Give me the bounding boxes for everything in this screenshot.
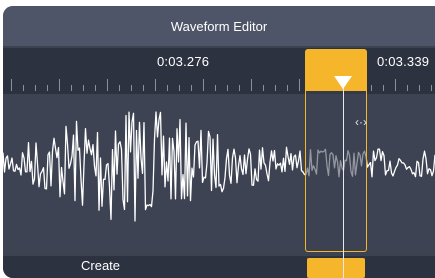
create-label[interactable]: Create (81, 258, 120, 273)
ruler-tick (251, 79, 252, 91)
ruler-tick (299, 79, 300, 91)
ruler-tick (167, 85, 168, 91)
waveform-editor-window: Waveform Editor 0:03.276 0:03.339 Create… (3, 6, 435, 278)
ruler-tick (419, 85, 420, 91)
ruler-tick (275, 85, 276, 91)
time-label-end: 0:03.339 (377, 54, 430, 69)
ruler-tick (203, 79, 204, 91)
ruler-tick (179, 85, 180, 91)
ruler-tick (239, 85, 240, 91)
selection-handle-bottom[interactable] (307, 258, 365, 278)
ruler-tick (23, 85, 24, 91)
ruler-tick (227, 85, 228, 91)
ruler-tick (95, 85, 96, 91)
ruler-tick (395, 79, 396, 91)
ruler-tick (383, 85, 384, 91)
ruler-tick (191, 85, 192, 91)
title-bar: Waveform Editor (3, 6, 435, 46)
ruler-tick (11, 79, 12, 91)
ruler-tick (119, 85, 120, 91)
ruler-tick (155, 79, 156, 91)
ruler-tick (287, 85, 288, 91)
time-label-start: 0:03.276 (157, 54, 210, 69)
playhead-line[interactable] (343, 86, 344, 278)
ruler-tick (263, 85, 264, 91)
window-title: Waveform Editor (170, 18, 268, 34)
audio-waveform (3, 111, 435, 222)
ruler-tick (59, 79, 60, 91)
waveform-graph (3, 111, 435, 222)
playhead-marker-icon[interactable] (334, 76, 352, 89)
ruler-tick (215, 85, 216, 91)
ruler-tick (71, 85, 72, 91)
ruler-tick (47, 85, 48, 91)
bottom-track-bar: Create (3, 256, 435, 278)
ruler-tick (107, 79, 108, 91)
waveform-area[interactable] (3, 94, 435, 252)
ruler-tick (143, 85, 144, 91)
timeline-ruler[interactable]: 0:03.276 0:03.339 (3, 48, 435, 94)
resize-horizontal-icon: ‹·› (355, 115, 367, 129)
ruler-tick (431, 85, 432, 91)
ruler-tick (131, 85, 132, 91)
ruler-tick (83, 85, 84, 91)
ruler-tick (35, 85, 36, 91)
ruler-tick (371, 85, 372, 91)
ruler-tick (407, 85, 408, 91)
